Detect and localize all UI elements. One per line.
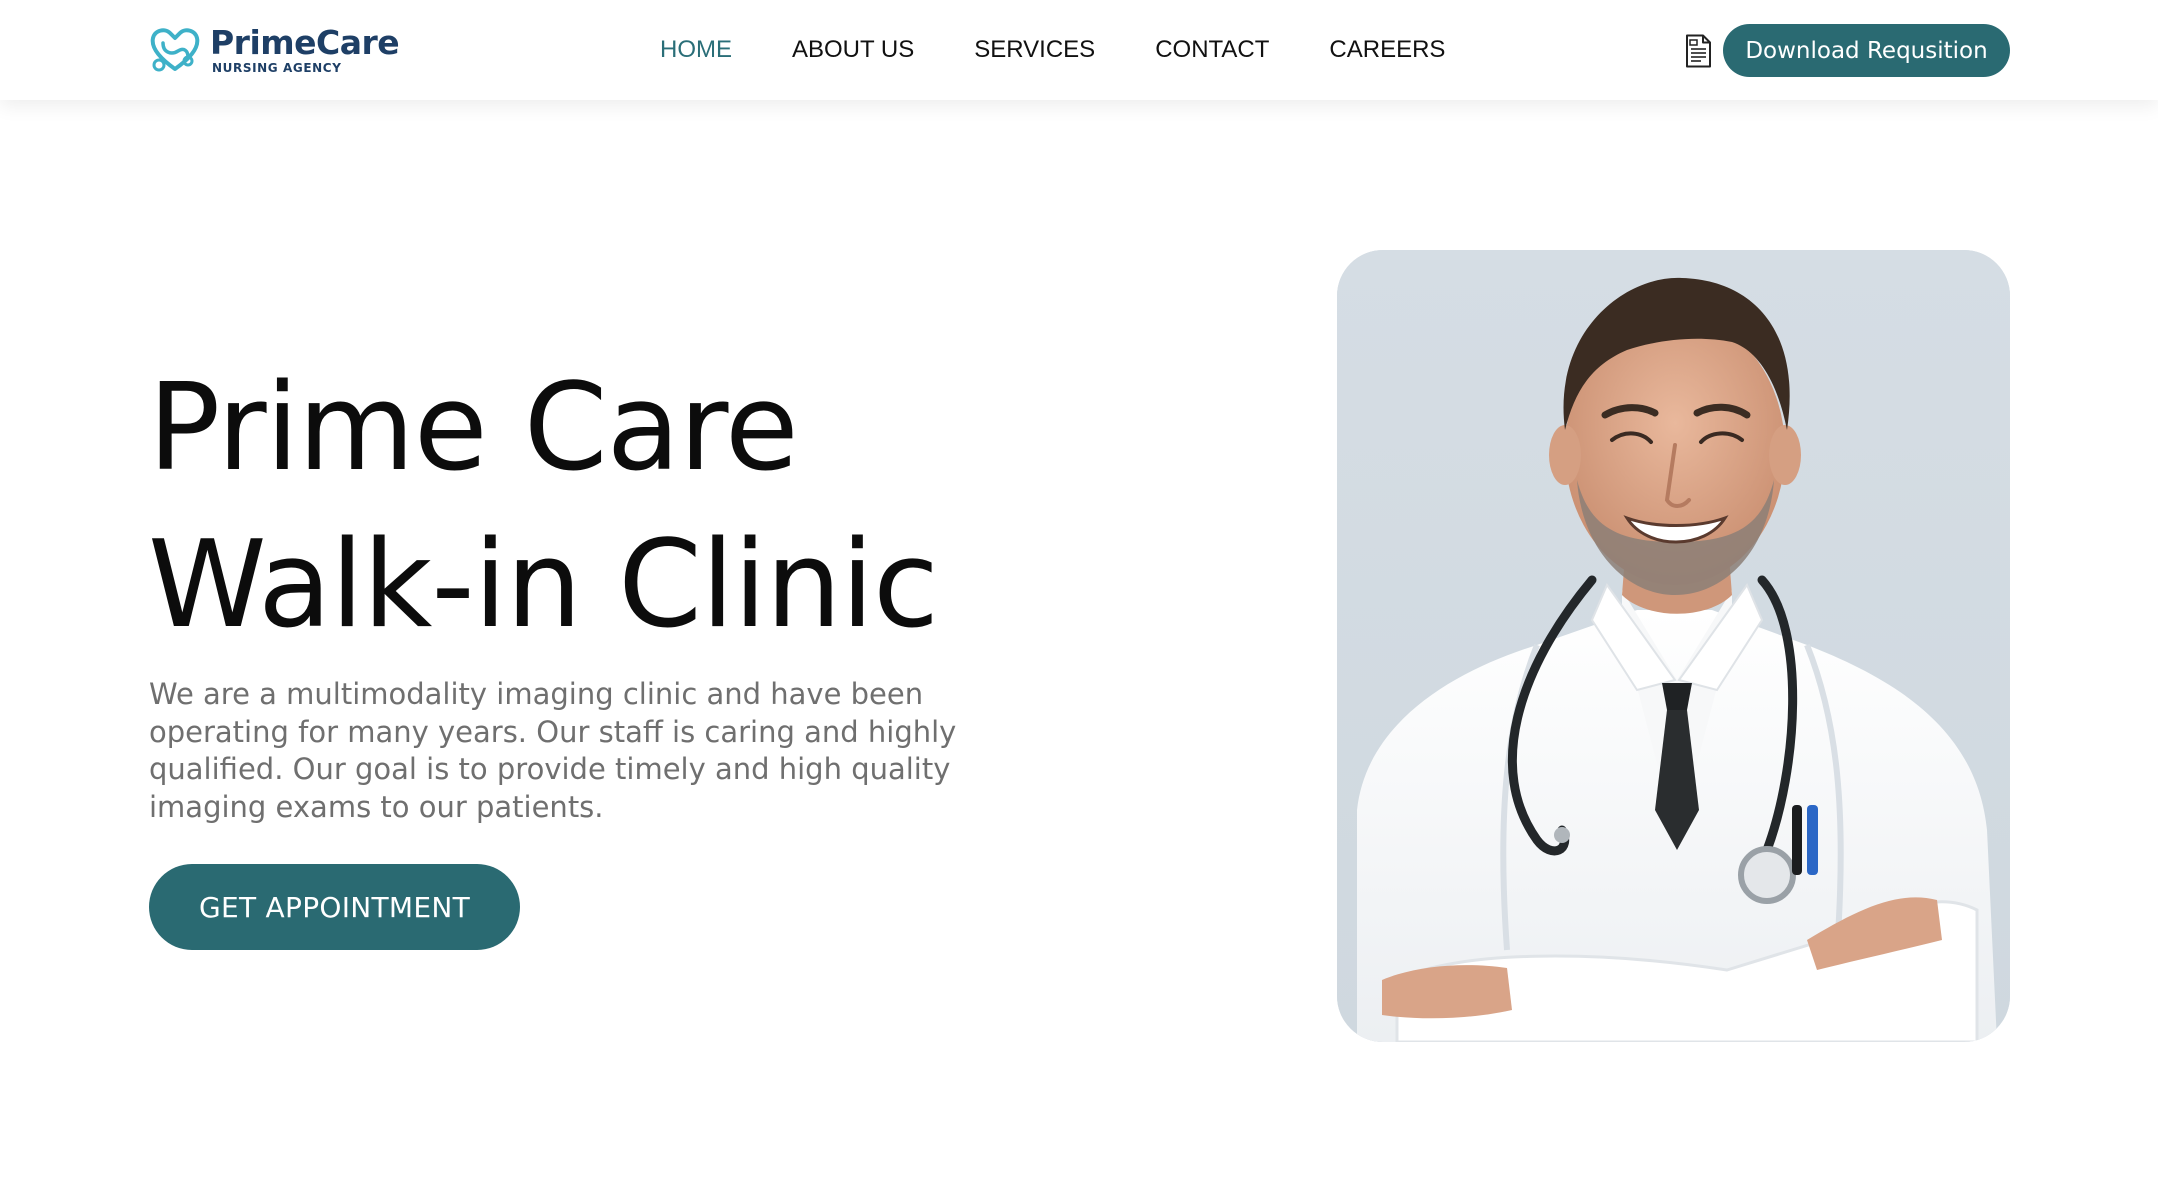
nav-item-about-us[interactable]: ABOUT US: [792, 36, 914, 64]
nav-item-careers[interactable]: CAREERS: [1329, 36, 1445, 64]
site-header: PrimeCare NURSING AGENCY HOME ABOUT US S…: [0, 0, 2158, 100]
hero-title-line-1: Prime Care: [148, 359, 799, 498]
nav-item-services[interactable]: SERVICES: [974, 36, 1095, 64]
heart-stethoscope-icon: [150, 28, 200, 72]
hero-description: We are a multimodality imaging clinic an…: [149, 677, 957, 824]
brand-name: PrimeCare: [210, 23, 400, 62]
smiling-doctor-illustration: [1337, 250, 2010, 1042]
document-icon[interactable]: [1684, 34, 1712, 68]
brand-subtitle: NURSING AGENCY: [212, 61, 342, 75]
hero-title-line-2: Walk-in Clinic: [148, 516, 939, 655]
nav-item-contact[interactable]: CONTACT: [1155, 36, 1269, 64]
brand-text: PrimeCare NURSING AGENCY: [210, 23, 400, 75]
get-appointment-button[interactable]: GET APPOINTMENT: [149, 864, 520, 950]
download-requisition-button[interactable]: Download Requsition: [1723, 24, 2010, 77]
brand-logo[interactable]: PrimeCare NURSING AGENCY: [148, 23, 400, 76]
hero-title: Prime Care Walk-in Clinic: [148, 350, 939, 664]
main-nav: HOME ABOUT US SERVICES CONTACT CAREERS: [660, 30, 1505, 70]
doctor-photo: [1337, 250, 2010, 1042]
nav-item-home[interactable]: HOME: [660, 36, 732, 64]
